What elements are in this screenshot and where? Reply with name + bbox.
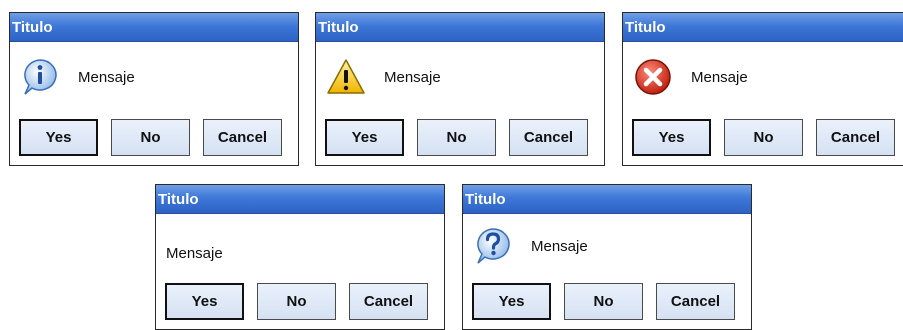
no-button[interactable]: No	[257, 283, 336, 320]
message-text: Mensaje	[78, 68, 135, 86]
button-row: Yes No Cancel	[165, 283, 434, 320]
message-text: Mensaje	[384, 68, 441, 86]
dialog-title: Titulo	[10, 13, 298, 42]
message-text: Mensaje	[691, 68, 748, 86]
message-row: Mensaje	[166, 235, 223, 271]
message-row: Mensaje	[473, 225, 588, 267]
cancel-button[interactable]: Cancel	[509, 119, 588, 156]
dialog-warning: Titulo Mensaje Yes No Cancel	[315, 12, 605, 166]
dialog-title: Titulo	[623, 13, 903, 42]
yes-button[interactable]: Yes	[165, 283, 244, 320]
yes-button[interactable]: Yes	[19, 119, 98, 156]
no-button[interactable]: No	[417, 119, 496, 156]
cancel-button[interactable]: Cancel	[816, 119, 895, 156]
message-text: Mensaje	[166, 244, 223, 262]
no-button[interactable]: No	[724, 119, 803, 156]
cancel-button[interactable]: Cancel	[349, 283, 428, 320]
button-row: Yes No Cancel	[325, 119, 594, 156]
dialog-title: Titulo	[156, 185, 444, 214]
message-row: Mensaje	[20, 56, 135, 98]
button-row: Yes No Cancel	[19, 119, 288, 156]
dialog-error: Titulo Mensaje Yes No Cancel	[622, 12, 903, 166]
yes-button[interactable]: Yes	[472, 283, 551, 320]
message-row: Mensaje	[633, 56, 748, 98]
dialog-plain: Titulo Mensaje Yes No Cancel	[155, 184, 445, 330]
warning-icon	[326, 57, 366, 97]
button-row: Yes No Cancel	[472, 283, 741, 320]
dialog-info: Titulo Mensaje Yes No Cancel	[9, 12, 299, 166]
dialog-question: Titulo Mensaje Yes No Cancel	[462, 184, 752, 330]
error-icon	[633, 57, 673, 97]
question-icon	[473, 226, 513, 266]
message-text: Mensaje	[531, 237, 588, 255]
button-row: Yes No Cancel	[632, 119, 901, 156]
info-icon	[20, 57, 60, 97]
no-button[interactable]: No	[564, 283, 643, 320]
yes-button[interactable]: Yes	[632, 119, 711, 156]
dialog-title: Titulo	[463, 185, 751, 214]
dialog-title: Titulo	[316, 13, 604, 42]
message-row: Mensaje	[326, 56, 441, 98]
yes-button[interactable]: Yes	[325, 119, 404, 156]
cancel-button[interactable]: Cancel	[203, 119, 282, 156]
no-button[interactable]: No	[111, 119, 190, 156]
cancel-button[interactable]: Cancel	[656, 283, 735, 320]
